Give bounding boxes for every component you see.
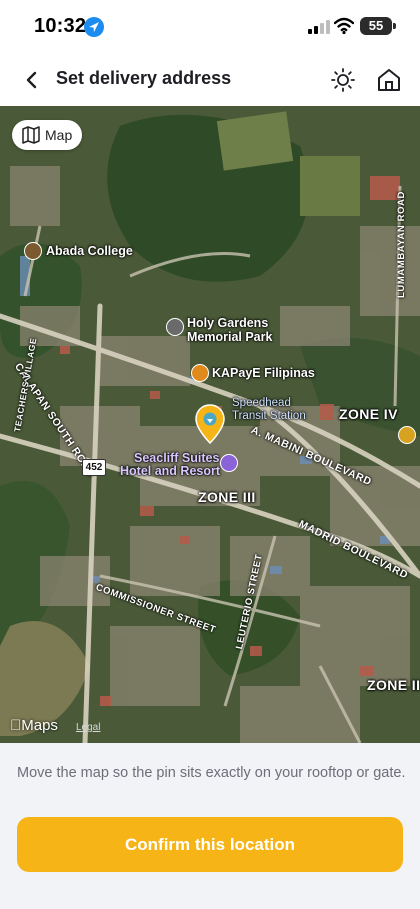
poi-holy-gardens-line2[interactable]: Memorial Park [187, 330, 272, 344]
food-icon [191, 364, 209, 382]
maps-attribution: Maps [10, 717, 58, 734]
sun-icon [331, 68, 355, 92]
home-icon [378, 69, 400, 91]
map-toggle-label: Map [45, 127, 73, 143]
cemetery-icon [166, 318, 184, 336]
back-button[interactable] [18, 66, 46, 94]
wifi-icon [333, 17, 355, 40]
bottom-sheet: Move the map so the pin sits exactly on … [0, 743, 420, 909]
cellular-signal-icon [308, 20, 330, 39]
location-pin-icon[interactable] [195, 404, 225, 444]
poi-speedhead-line2[interactable]: Transit Station [232, 410, 306, 422]
poi-seacliff-line2[interactable]: Hotel and Resort [120, 464, 220, 478]
poi-seacliff-line1[interactable]: Seacliff Suites [134, 451, 219, 465]
apple-logo-icon:  [10, 717, 21, 734]
college-icon [24, 242, 42, 260]
maps-attribution-text: Maps [10, 717, 58, 734]
theme-toggle-button[interactable] [328, 65, 358, 95]
poi-speedhead-line1[interactable]: Speedhead [232, 397, 291, 409]
poi-abada-college[interactable]: Abada College [46, 244, 133, 258]
map-style-toggle[interactable]: Map [12, 120, 82, 150]
status-bar: 10:32 55 [0, 0, 420, 54]
poi-kapaye-filipinas[interactable]: KAPayE Filipinas [212, 366, 315, 380]
street-lumambayan: LUMAMBAYAN ROAD [396, 191, 407, 298]
placement-hint: Move the map so the pin sits exactly on … [17, 765, 406, 781]
zone-iv-label: ZONE IV [339, 406, 398, 422]
status-time: 10:32 [34, 15, 87, 37]
battery-tip [393, 23, 396, 29]
confirm-location-button[interactable]: Confirm this location [17, 817, 403, 872]
poi-holy-gardens-line1[interactable]: Holy Gardens [187, 316, 268, 330]
location-arrow-icon [84, 17, 104, 37]
map-view[interactable]: Map Abada College Holy Gardens Memorial … [0, 106, 420, 743]
nav-bar: Set delivery address [0, 54, 420, 106]
route-452-badge: 452 [82, 459, 106, 476]
map-icon [22, 126, 40, 144]
page-title: Set delivery address [56, 68, 232, 88]
hotel-icon [220, 454, 238, 472]
poi-edge-icon [398, 426, 416, 444]
legal-link[interactable]: Legal [76, 722, 100, 733]
chevron-left-icon [26, 71, 37, 89]
battery-indicator: 55 [360, 17, 392, 35]
zone-ii-label: ZONE II [367, 677, 420, 693]
home-button[interactable] [374, 65, 404, 95]
zone-iii-label: ZONE III [198, 489, 256, 505]
